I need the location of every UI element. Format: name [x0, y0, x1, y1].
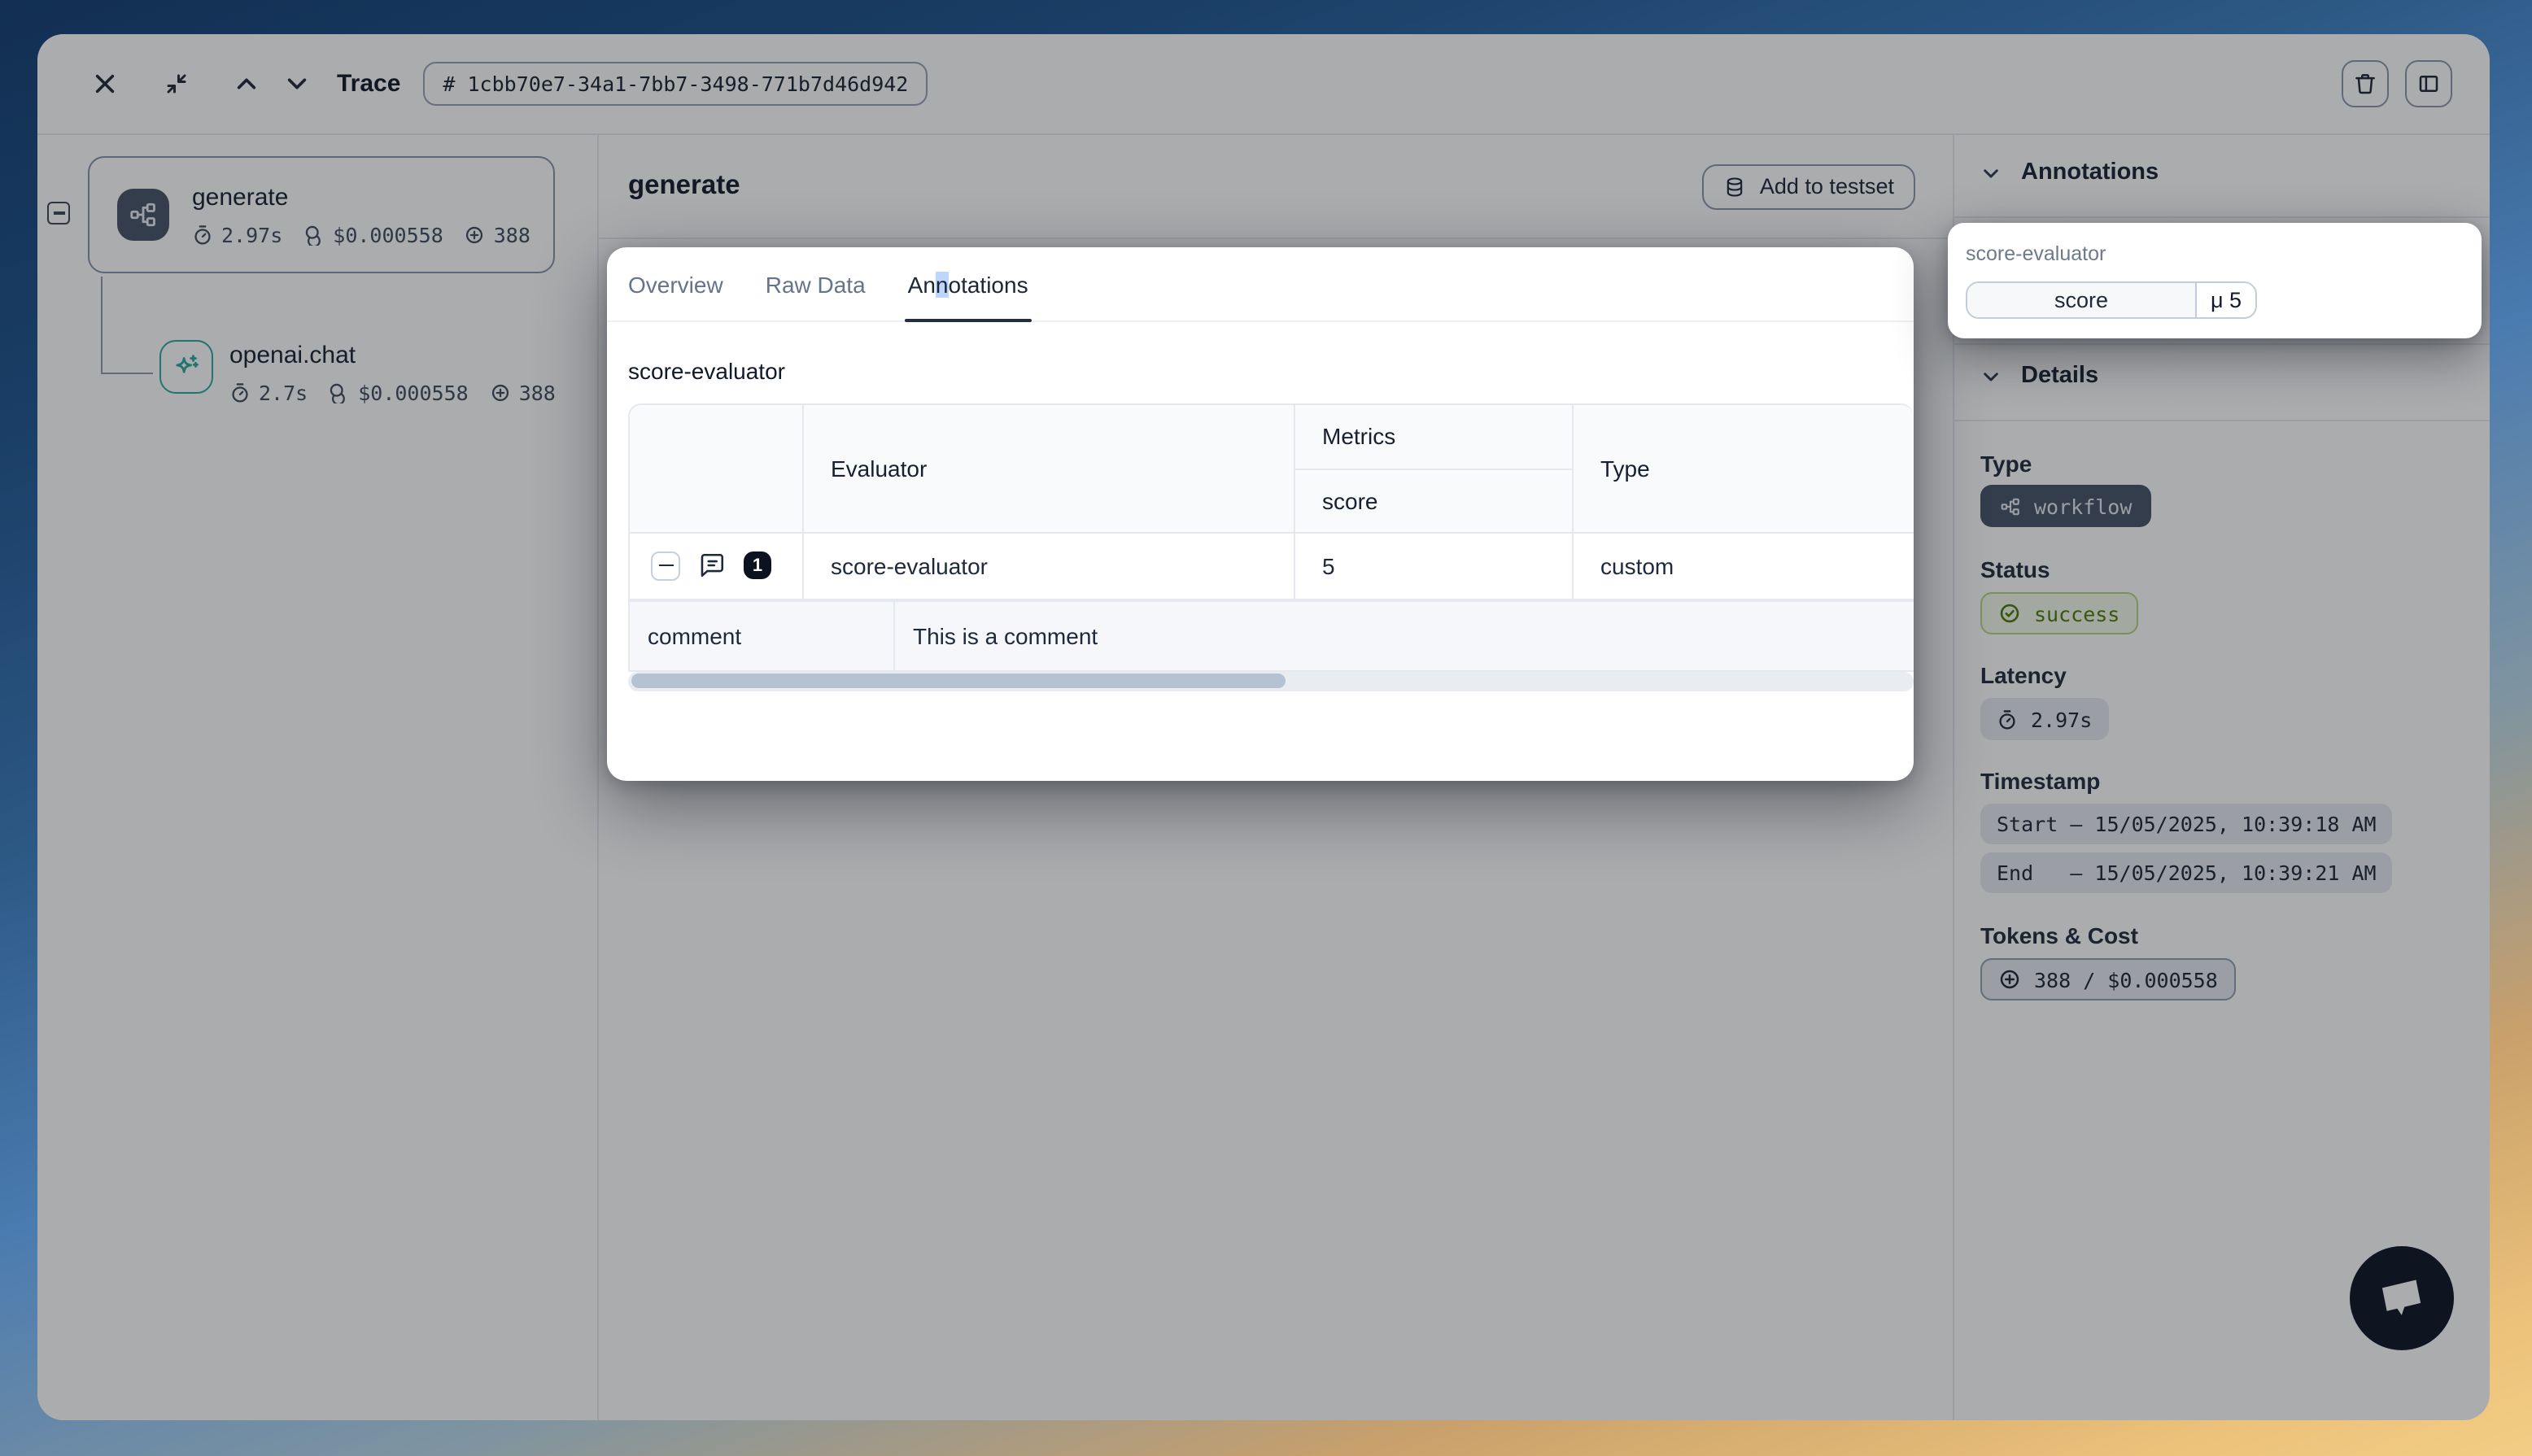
- tab-raw-data[interactable]: Raw Data: [766, 247, 866, 320]
- tab-overview[interactable]: Overview: [628, 247, 723, 320]
- annotations-table: Evaluator Metrics Type score: [628, 403, 1914, 601]
- comment-icon[interactable]: [698, 551, 726, 579]
- comment-count-badge: 1: [744, 551, 771, 579]
- trace-modal: Trace # 1cbb70e7-34a1-7bb7-3498-771b7d46…: [37, 34, 2490, 1420]
- annotations-tab-content: score-evaluator Evaluator Metrics Type: [607, 322, 1914, 691]
- cell-score: 5: [1294, 532, 1572, 599]
- column-header-evaluator: Evaluator: [802, 405, 1294, 532]
- tab-bar: Overview Raw Data Annotations: [607, 247, 1914, 322]
- cell-type: custom: [1572, 532, 1914, 599]
- scrollbar-thumb[interactable]: [631, 674, 1286, 688]
- mu-badge: μ 5: [2197, 283, 2255, 317]
- metric-name: score: [1967, 283, 2197, 317]
- tab-annotations[interactable]: Annotations: [908, 247, 1028, 320]
- page-background: Trace # 1cbb70e7-34a1-7bb7-3498-771b7d46…: [0, 0, 2532, 1456]
- collapse-row-button[interactable]: [651, 551, 680, 580]
- comment-value: This is a comment: [895, 601, 1914, 669]
- comment-key: comment: [630, 601, 895, 669]
- comment-row: comment This is a comment: [628, 601, 1914, 671]
- score-metric-pill[interactable]: score μ 5: [1966, 281, 2257, 319]
- table-row: 1 score-evaluator 5 custom: [630, 532, 1914, 599]
- annotations-tab-card: Overview Raw Data Annotations score-eval…: [607, 247, 1914, 781]
- controls-column-header: [630, 405, 802, 532]
- column-header-metrics: Metrics: [1294, 405, 1572, 469]
- text-selection: n: [936, 271, 949, 297]
- evaluator-section-label: score-evaluator: [628, 358, 1914, 384]
- horizontal-scrollbar[interactable]: [628, 671, 1914, 691]
- annotation-score-card: score-evaluator score μ 5: [1948, 223, 2482, 338]
- annotation-evaluator-label: score-evaluator: [1966, 242, 2464, 265]
- subcolumn-header-score: score: [1294, 469, 1572, 532]
- column-header-type: Type: [1572, 405, 1914, 532]
- cell-evaluator: score-evaluator: [802, 532, 1294, 599]
